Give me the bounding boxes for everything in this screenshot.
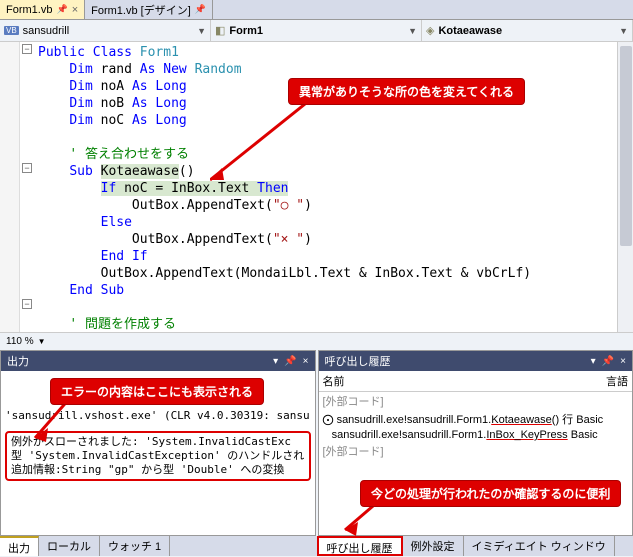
chevron-down-icon: ▼: [408, 26, 417, 36]
tab-form1-vb[interactable]: Form1.vb 📌 ×: [0, 0, 85, 19]
class-dropdown[interactable]: ◧ Form1 ▼: [211, 20, 422, 41]
pin-icon[interactable]: 📌: [602, 356, 614, 367]
collapse-toggle[interactable]: −: [22, 299, 32, 309]
dd-label: Kotaeawase: [438, 25, 502, 37]
collapse-toggle[interactable]: −: [22, 163, 32, 173]
close-icon[interactable]: ×: [72, 4, 78, 16]
close-icon[interactable]: ×: [620, 356, 626, 367]
dropdown-icon[interactable]: ▾: [273, 356, 278, 367]
tab-form1-design[interactable]: Form1.vb [デザイン] 📌: [85, 0, 213, 19]
stack-row[interactable]: [外部コード]: [319, 442, 633, 460]
tab-label: Form1.vb: [6, 4, 52, 16]
chevron-down-icon: ▼: [197, 26, 206, 36]
pin-icon[interactable]: 📌: [284, 356, 296, 367]
stack-row[interactable]: [外部コード]: [319, 392, 633, 410]
scrollbar-thumb[interactable]: [620, 46, 632, 246]
dd-label: Form1: [229, 25, 263, 37]
vb-badge: VB: [4, 26, 19, 35]
annotation-error: エラーの内容はここにも表示される: [50, 378, 264, 405]
chevron-down-icon: ▼: [619, 26, 628, 36]
panel-title: 呼び出し履歴: [325, 353, 391, 369]
tab-immediate[interactable]: イミディエイト ウィンドウ: [464, 536, 615, 556]
callstack-columns: 名前 言語: [319, 371, 633, 392]
stack-row[interactable]: sansudrill.exe!sansudrill.Form1.InBox_Ke…: [319, 428, 633, 442]
tab-label: Form1.vb [デザイン]: [91, 2, 191, 18]
tab-watch[interactable]: ウォッチ 1: [100, 536, 170, 556]
pin-icon[interactable]: 📌: [195, 4, 206, 15]
panel-title: 出力: [7, 353, 29, 369]
tab-exception[interactable]: 例外設定: [403, 536, 464, 556]
chevron-down-icon: ▼: [38, 337, 46, 346]
method-icon: ◈: [426, 24, 434, 37]
annotation-highlight: 異常がありそうな所の色を変えてくれる: [288, 78, 525, 105]
dropdown-icon[interactable]: ▾: [591, 356, 596, 367]
annotation-callstack: 今どの処理が行われたのか確認するのに便利: [360, 480, 621, 507]
left-tool-tabs: 出力 ローカル ウォッチ 1: [0, 536, 317, 556]
nav-dropdowns: VB sansudrill ▼ ◧ Form1 ▼ ◈ Kotaeawase ▼: [0, 20, 633, 42]
zoom-selector[interactable]: 110 % ▼: [0, 332, 633, 350]
dd-label: sansudrill: [23, 25, 69, 37]
output-header: 出力 ▾ 📌 ×: [1, 351, 315, 371]
callstack-header: 呼び出し履歴 ▾ 📌 ×: [319, 351, 633, 371]
project-dropdown[interactable]: VB sansudrill ▼: [0, 20, 211, 41]
col-name: 名前: [323, 373, 607, 389]
outline-margin: − − −: [20, 42, 36, 332]
stack-row[interactable]: ⨀ sansudrill.exe!sansudrill.Form1.Kotaea…: [319, 410, 633, 428]
class-icon: ◧: [215, 24, 225, 37]
file-tabs: Form1.vb 📌 × Form1.vb [デザイン] 📌: [0, 0, 633, 20]
collapse-toggle[interactable]: −: [22, 44, 32, 54]
scrollbar-vertical[interactable]: [617, 42, 633, 332]
close-icon[interactable]: ×: [303, 356, 309, 367]
gutter: [0, 42, 20, 332]
tab-output[interactable]: 出力: [0, 536, 39, 556]
pin-icon[interactable]: 📌: [56, 4, 67, 15]
col-lang: 言語: [606, 373, 628, 389]
tab-locals[interactable]: ローカル: [39, 536, 100, 556]
zoom-value: 110 %: [6, 336, 34, 347]
method-dropdown[interactable]: ◈ Kotaeawase ▼: [422, 20, 633, 41]
